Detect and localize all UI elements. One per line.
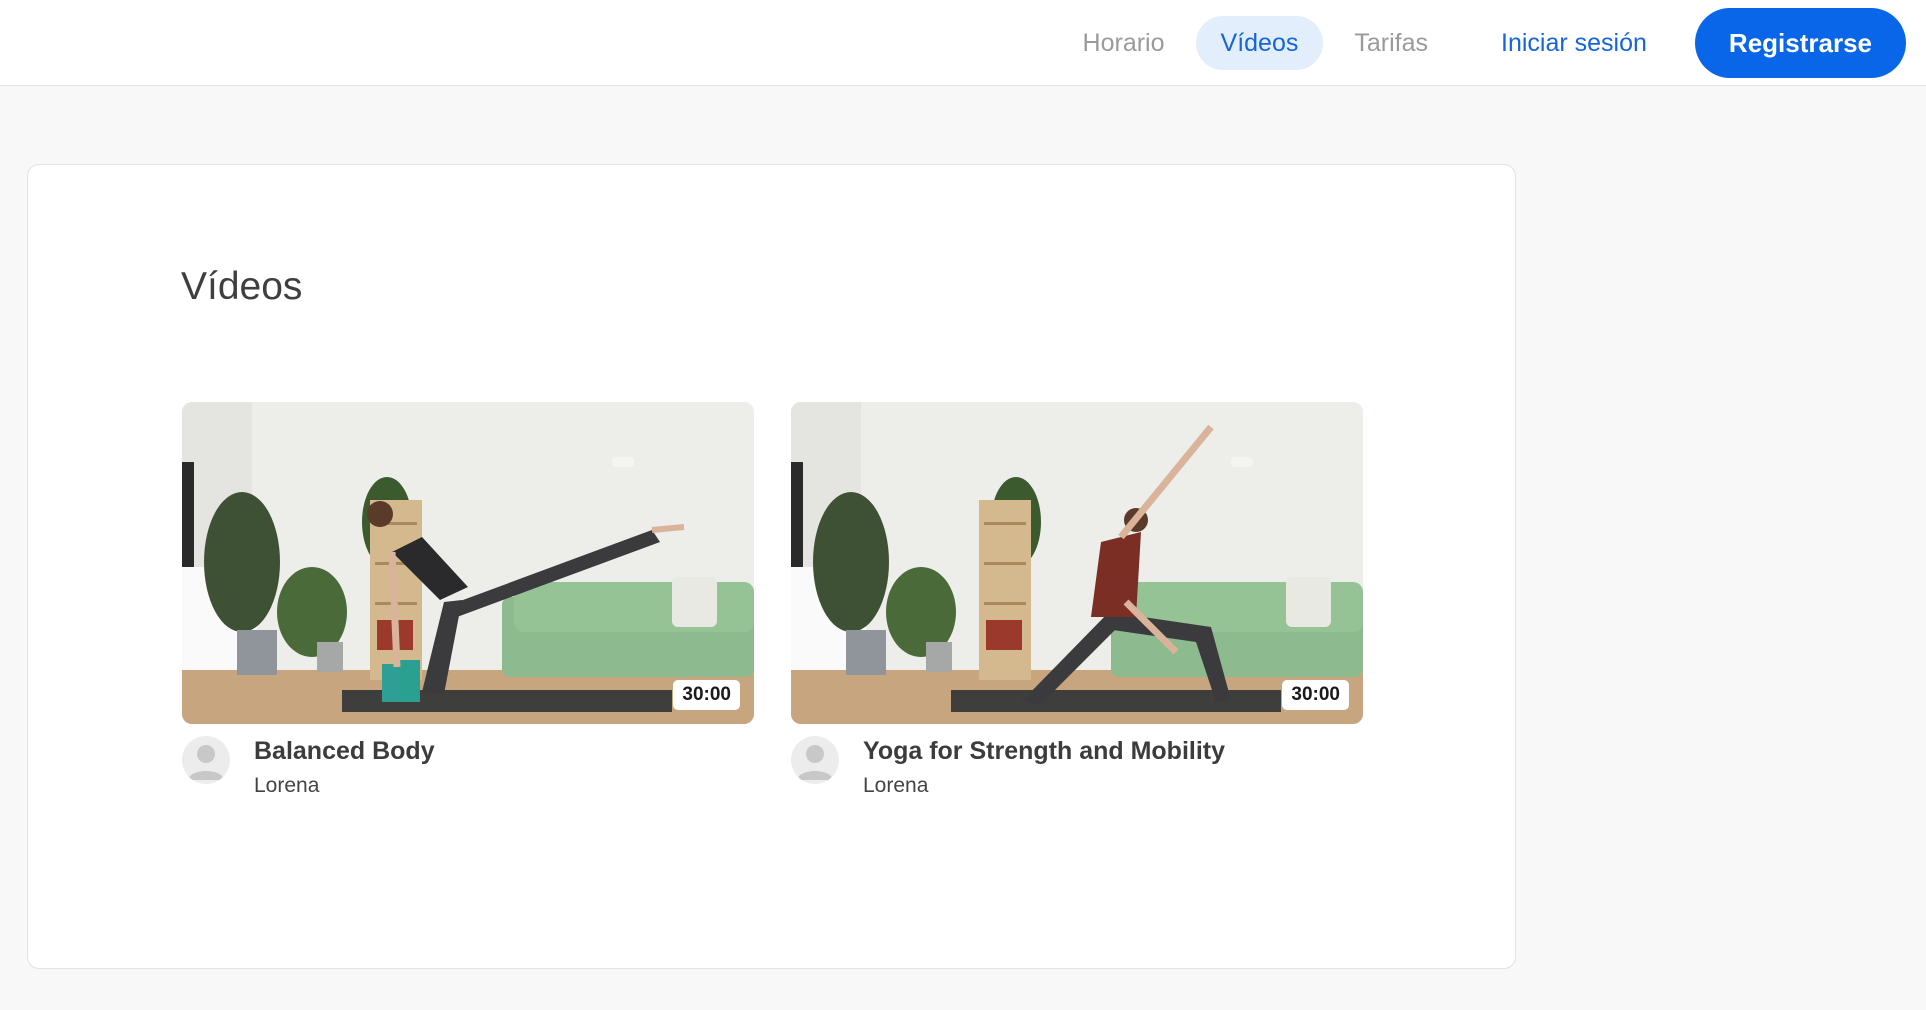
nav-item-videos[interactable]: Vídeos (1195, 15, 1324, 70)
video-card: 30:00 Balanced Body Lorena (182, 402, 754, 799)
avatar (791, 736, 839, 784)
video-author: Lorena (863, 774, 929, 797)
video-author: Lorena (254, 774, 320, 797)
video-title[interactable]: Yoga for Strength and Mobility (863, 736, 1225, 766)
video-info: Balanced Body Lorena (254, 736, 435, 799)
duration-badge: 30:00 (673, 680, 740, 710)
page-title: Vídeos (181, 265, 303, 308)
video-thumbnail[interactable]: 30:00 (791, 402, 1363, 724)
main-nav: Horario Vídeos Tarifas Iniciar sesión Re… (1055, 0, 1906, 85)
video-thumbnail[interactable]: 30:00 (182, 402, 754, 724)
video-meta: Yoga for Strength and Mobility Lorena (791, 736, 1363, 799)
video-card: 30:00 Yoga for Strength and Mobility Lor… (791, 402, 1363, 799)
video-meta: Balanced Body Lorena (182, 736, 754, 799)
top-bar: Horario Vídeos Tarifas Iniciar sesión Re… (0, 0, 1926, 86)
user-icon (188, 745, 224, 780)
avatar (182, 736, 230, 784)
yoga-reverse-warrior-photo (791, 402, 1363, 724)
video-title[interactable]: Balanced Body (254, 736, 435, 766)
login-link[interactable]: Iniciar sesión (1476, 16, 1672, 70)
video-info: Yoga for Strength and Mobility Lorena (863, 736, 1225, 799)
yoga-warrior-three-photo (182, 402, 754, 724)
register-button[interactable]: Registrarse (1694, 7, 1906, 78)
nav-item-horario[interactable]: Horario (1058, 16, 1190, 70)
video-list: 30:00 Balanced Body Lorena 30:00 Yoga fo… (182, 402, 1400, 799)
videos-panel: Vídeos 30:00 Balanced Body Lorena 30:00 … (27, 164, 1516, 969)
nav-item-tarifas[interactable]: Tarifas (1329, 16, 1453, 70)
duration-badge: 30:00 (1282, 680, 1349, 710)
user-icon (797, 745, 833, 780)
